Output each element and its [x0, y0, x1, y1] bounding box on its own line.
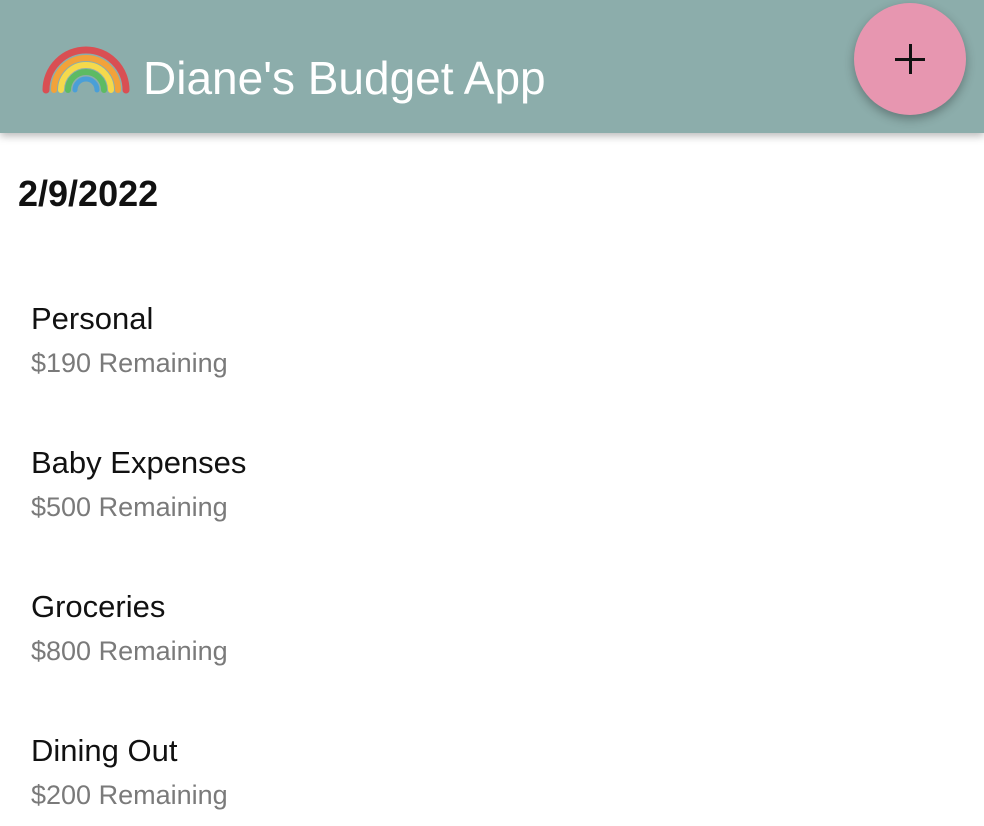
list-item[interactable]: Groceries $800 Remaining — [0, 570, 984, 714]
budget-name: Baby Expenses — [31, 445, 247, 480]
budget-name: Personal — [31, 301, 154, 336]
budget-remaining: $800 Remaining — [31, 636, 228, 666]
plus-icon — [895, 44, 925, 74]
app-title: Diane's Budget App — [143, 52, 546, 104]
list-item[interactable]: Personal $190 Remaining — [0, 282, 984, 426]
app-bar: Diane's Budget App — [0, 0, 984, 133]
date-heading: 2/9/2022 — [18, 173, 159, 214]
budget-name: Groceries — [31, 589, 166, 624]
budget-remaining: $190 Remaining — [31, 348, 228, 378]
rainbow-icon — [40, 38, 132, 98]
list-item[interactable]: Dining Out $200 Remaining — [0, 714, 984, 826]
add-budget-button[interactable] — [854, 3, 966, 115]
budget-app: Diane's Budget App 2/9/2022 Personal $19… — [0, 0, 984, 826]
budget-remaining: $500 Remaining — [31, 492, 228, 522]
list-item[interactable]: Baby Expenses $500 Remaining — [0, 426, 984, 570]
budget-name: Dining Out — [31, 733, 178, 768]
budget-remaining: $200 Remaining — [31, 780, 228, 810]
budget-list: Personal $190 Remaining Baby Expenses $5… — [0, 282, 984, 826]
